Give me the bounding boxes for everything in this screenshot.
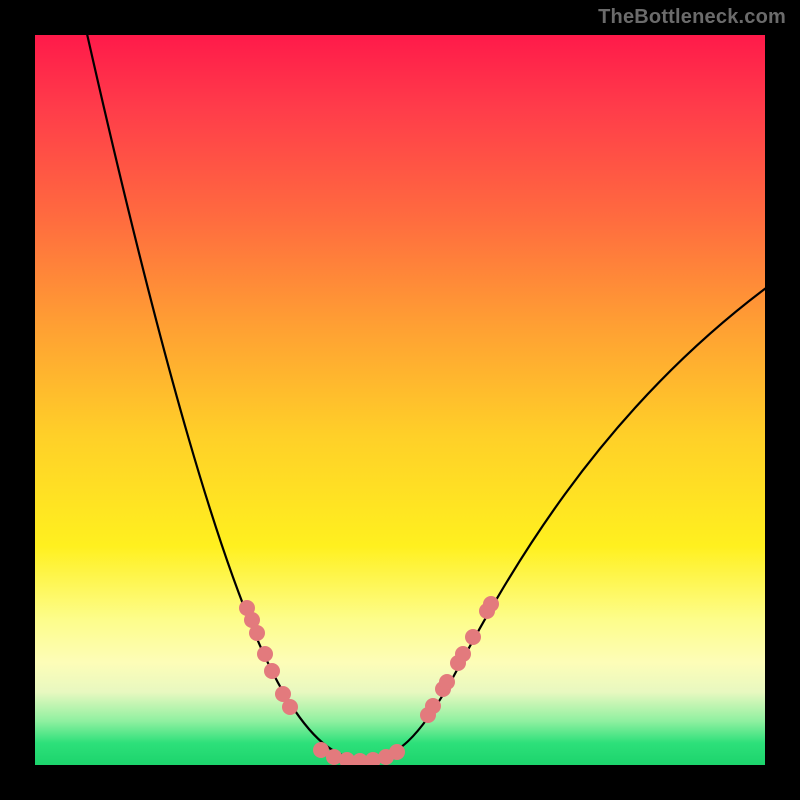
curve-dot xyxy=(465,629,481,645)
curve-dot xyxy=(439,674,455,690)
curve-dot xyxy=(264,663,280,679)
curve-dot xyxy=(282,699,298,715)
bottleneck-curve xyxy=(85,35,765,760)
curve-dot xyxy=(249,625,265,641)
bottleneck-chart-svg xyxy=(35,35,765,765)
watermark-text: TheBottleneck.com xyxy=(598,6,786,29)
curve-dot xyxy=(257,646,273,662)
curve-dot xyxy=(455,646,471,662)
curve-dot xyxy=(483,596,499,612)
curve-dot xyxy=(425,698,441,714)
chart-area xyxy=(35,35,765,765)
curve-dot xyxy=(389,744,405,760)
